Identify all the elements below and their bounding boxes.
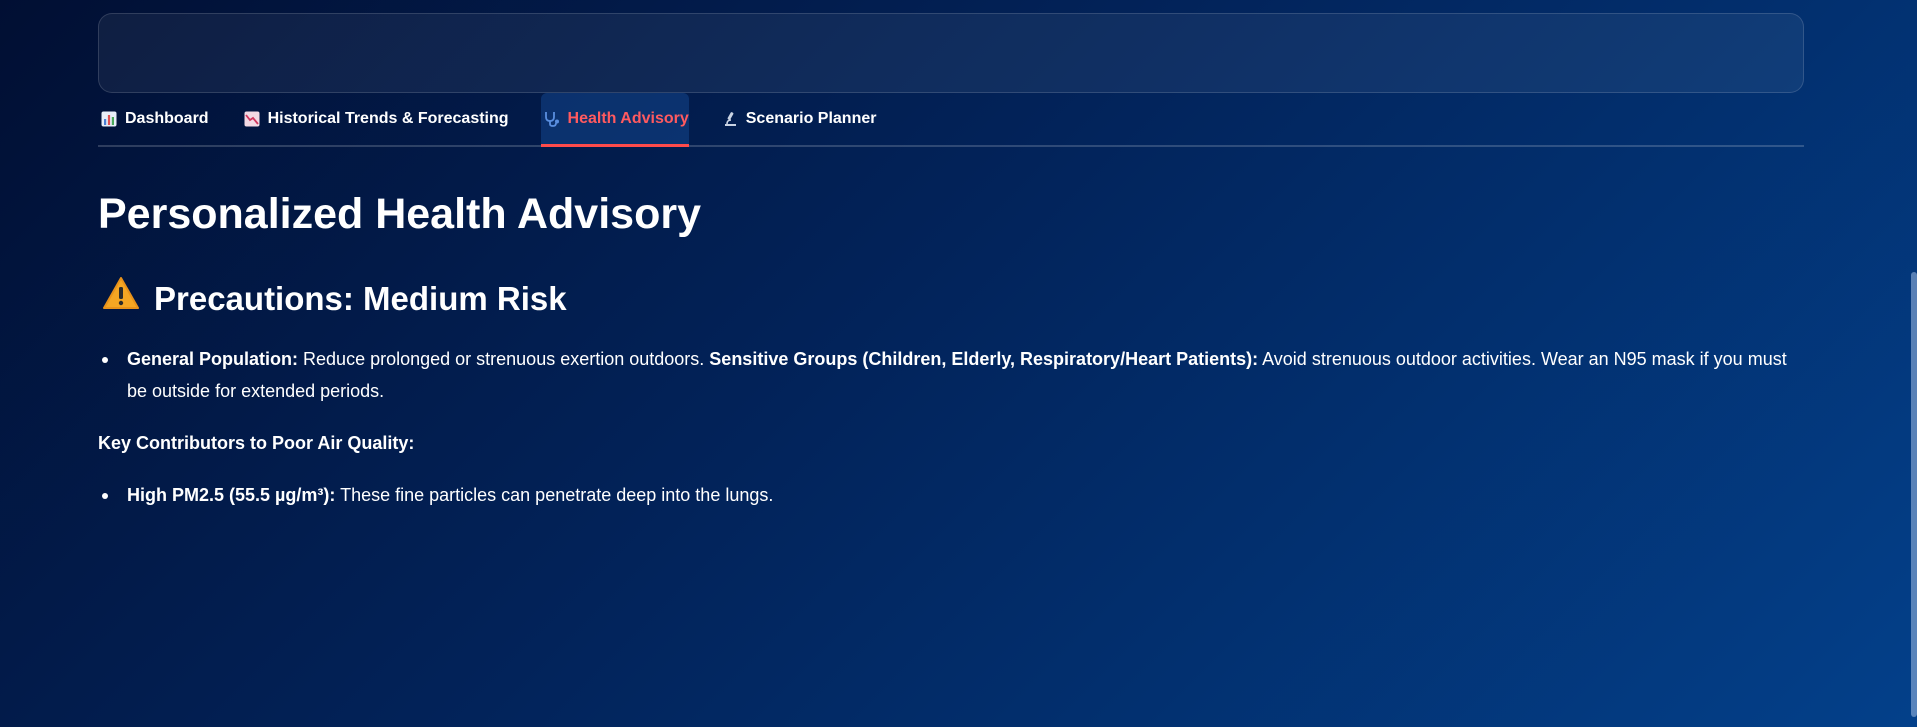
microscope-icon	[721, 110, 739, 128]
tab-health-advisory-label: Health Advisory	[567, 110, 689, 127]
list-item: General Population: Reduce prolonged or …	[98, 343, 1798, 407]
bar-chart-icon	[100, 110, 118, 128]
scrollbar-thumb[interactable]	[1911, 272, 1917, 717]
warning-icon	[102, 276, 154, 321]
scrollbar[interactable]	[1909, 0, 1917, 727]
tab-scenario-planner-label: Scenario Planner	[745, 110, 877, 127]
risk-heading: Precautions: Medium Risk	[102, 276, 567, 321]
contributor-text: These fine particles can penetrate deep …	[335, 485, 774, 505]
trending-down-chart-icon	[243, 110, 261, 128]
contributors-heading: Key Contributors to Poor Air Quality:	[98, 433, 415, 453]
contributor-label: High PM2.5 (55.5 µg/m³):	[127, 485, 336, 505]
tab-bar: Dashboard Historical Trends & Forecastin…	[98, 93, 1804, 147]
tab-historical-trends[interactable]: Historical Trends & Forecasting	[241, 93, 511, 145]
top-panel	[98, 13, 1804, 93]
sensitive-groups-label: Sensitive Groups (Children, Elderly, Res…	[709, 349, 1259, 369]
stethoscope-icon	[543, 110, 561, 128]
precautions-list: General Population: Reduce prolonged or …	[98, 343, 1798, 407]
page-title: Personalized Health Advisory	[98, 190, 701, 238]
tab-dashboard[interactable]: Dashboard	[98, 93, 211, 145]
list-item: High PM2.5 (55.5 µg/m³): These fine part…	[98, 479, 1798, 511]
tab-dashboard-label: Dashboard	[125, 110, 209, 127]
general-population-text: Reduce prolonged or strenuous exertion o…	[298, 349, 710, 369]
risk-heading-text: Precautions: Medium Risk	[154, 279, 567, 317]
tab-historical-trends-label: Historical Trends & Forecasting	[267, 110, 509, 127]
tab-scenario-planner[interactable]: Scenario Planner	[719, 93, 879, 145]
general-population-label: General Population:	[127, 349, 299, 369]
contributors-list: High PM2.5 (55.5 µg/m³): These fine part…	[98, 479, 1798, 511]
tab-health-advisory[interactable]: Health Advisory	[540, 93, 689, 147]
